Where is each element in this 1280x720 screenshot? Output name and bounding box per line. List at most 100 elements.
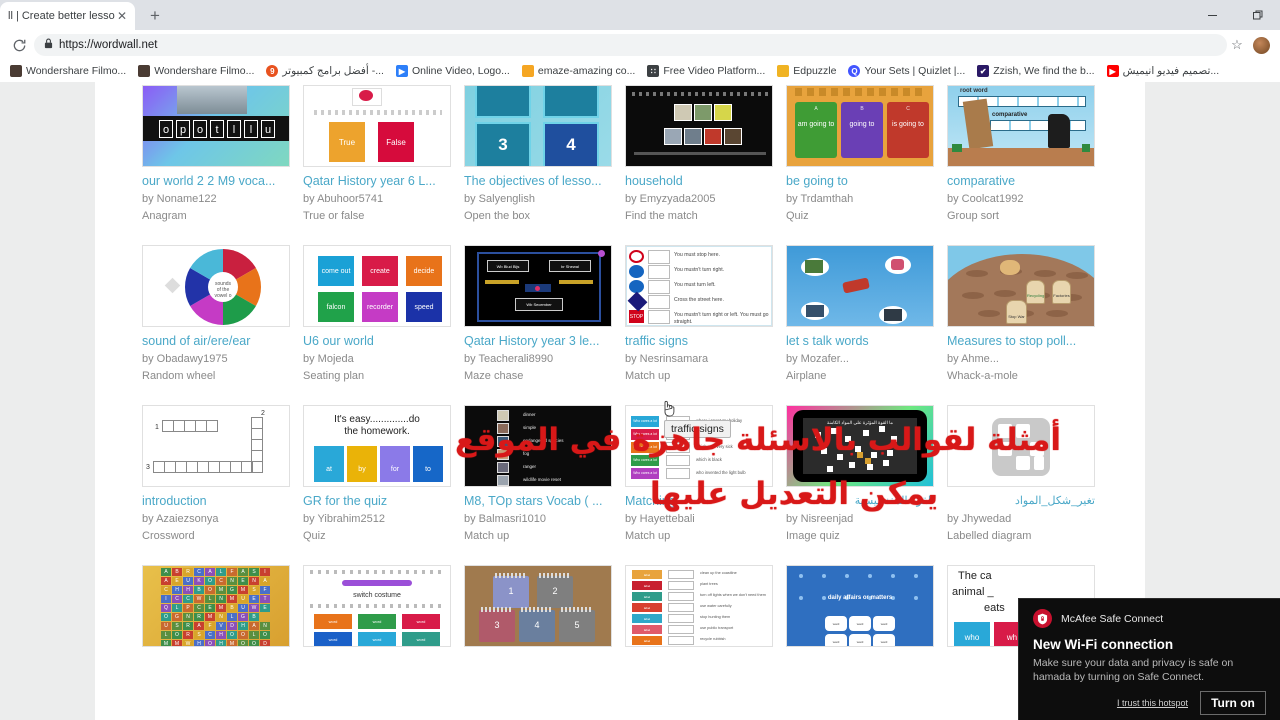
activity-type: True or false [303,210,365,222]
activity-thumbnail[interactable] [786,245,934,327]
activity-card[interactable]: ABRCALFASIAEUKOCNENACHHBOMGMSFICCWLNMUET… [142,565,290,675]
reload-icon[interactable] [8,34,30,56]
activity-title[interactable]: Qatar History year 3 le... [464,334,612,349]
bookmark-item[interactable]: Q Your Sets | Quizlet |... [842,61,971,81]
bookmark-item[interactable]: ∷ Free Video Platform... [641,61,771,81]
activity-title[interactable]: traffic signs [625,334,773,349]
thumbnail-art: opotllu [143,86,289,166]
activity-card[interactable]: 1 2 3 4 5 [464,565,612,675]
activity-card[interactable]: It's easy..............do the homework. … [303,405,451,543]
activity-thumbnail[interactable]: Wb Blud Bijs br Shewal Wb Secember [464,245,612,327]
bookmark-favicon-icon: 9 [266,65,279,77]
activity-card[interactable]: Aam going to Bgoing to Cis going to be go… [786,85,934,223]
activity-card[interactable]: daily affairs or matters word word word wor… [786,565,934,675]
activity-card[interactable]: 1 2 3 introduction by Azaiezsonya Crosswor… [142,405,290,543]
activity-card[interactable]: STOP You must stop here. You mustn't turn… [625,245,773,383]
activity-thumbnail[interactable]: Aam going to Bgoing to Cis going to [786,85,934,167]
activity-thumbnail[interactable]: label label label label label label label clea… [625,565,773,647]
activity-type: Crossword [142,530,195,542]
activity-thumbnail[interactable]: sounds of the vowel o [142,245,290,327]
activity-card[interactable]: come out create decide falcon recorder speed U… [303,245,451,383]
activity-author: by Nesrinsamara [625,353,709,365]
bookmark-favicon-icon: ∷ [647,65,660,77]
window-controls [1190,0,1280,30]
bookmark-item[interactable]: 9 أفضل برامج كمبيوتر -... [260,61,390,81]
address-bar[interactable]: https://wordwall.net [34,34,1227,56]
activity-card[interactable]: True False Qatar History year 6 L... by Ab… [303,85,451,223]
bookmark-label: Wondershare Filmo... [26,65,127,77]
activity-type: Whack-a-mole [947,370,1018,382]
new-tab-button[interactable]: + [141,2,169,30]
activity-thumbnail[interactable]: It's easy..............do the homework. … [303,405,451,487]
close-icon[interactable]: ✕ [115,9,129,23]
browser-tab[interactable]: ll | Create better lessons ✕ [0,2,135,30]
bookmark-item[interactable]: Wondershare Filmo... [132,61,260,81]
trust-hotspot-link[interactable]: I trust this hotspot [1117,698,1188,708]
activity-author: by Mojeda [303,353,354,365]
minimize-button[interactable] [1190,0,1235,30]
activity-type: Quiz [303,530,326,542]
bookmark-item[interactable]: ✔ Zzish, We find the b... [971,61,1100,81]
activity-title[interactable]: GR for the quiz [303,494,451,509]
activity-grid: opotllu our world 2 2 M9 voca... by Nonam… [142,85,1102,675]
turn-on-button[interactable]: Turn on [1200,691,1266,715]
activity-author: by Abuhoor5741 [303,193,384,205]
activity-title[interactable]: Measures to stop poll... [947,334,1095,349]
activity-card[interactable]: root word comparative comparative by Cool… [947,85,1095,223]
activity-thumbnail[interactable]: 1 2 3 [142,405,290,487]
activity-thumbnail[interactable]: daily affairs or matters word word word wor… [786,565,934,647]
activity-thumbnail[interactable]: root word comparative [947,85,1095,167]
activity-title[interactable]: comparative [947,174,1095,189]
activity-title[interactable]: sound of air/ere/ear [142,334,290,349]
bookmark-item[interactable]: Wondershare Filmo... [4,61,132,81]
activity-thumbnail[interactable]: ABRCALFASIAEUKOCNENACHHBOMGMSFICCWLNMUET… [142,565,290,647]
activity-card[interactable]: Wb Blud Bijs br Shewal Wb Secember Qatar… [464,245,612,383]
bookmark-item[interactable]: emaze-amazing co... [516,61,641,81]
activity-title[interactable]: our world 2 2 M9 voca... [142,174,290,189]
activity-title[interactable]: Qatar History year 6 L... [303,174,451,189]
mcafee-shield-icon [1033,609,1052,628]
maximize-restore-button[interactable] [1235,0,1280,30]
activity-title[interactable]: تغير_شكل_المواد [947,494,1095,509]
activity-card[interactable]: 3 4 The objectives of lesso... by Salyengl… [464,85,612,223]
activity-card[interactable]: switch costume word word word word word word [303,565,451,675]
activity-card[interactable]: opotllu our world 2 2 M9 voca... by Nonam… [142,85,290,223]
activity-title[interactable]: household [625,174,773,189]
activity-title[interactable]: be going to [786,174,934,189]
activity-author: by Mozafer... [786,353,849,365]
activity-thumbnail[interactable]: come out create decide falcon recorder speed [303,245,451,327]
activity-thumbnail[interactable]: 3 4 [464,85,612,167]
thumbnail-art: sounds of the vowel o [143,246,289,326]
activity-type: Quiz [786,210,809,222]
activity-card[interactable]: let s talk words by Mozafer... Airplane [786,245,934,383]
activity-thumbnail[interactable]: opotllu [142,85,290,167]
bookmark-item[interactable]: Edpuzzle [771,61,842,81]
bookmark-favicon-icon: ▶ [1106,65,1119,77]
activity-thumbnail[interactable]: True False [303,85,451,167]
bookmark-star-icon[interactable]: ☆ [1227,35,1247,55]
activity-thumbnail[interactable] [625,85,773,167]
activity-title[interactable]: The objectives of lesso... [464,174,612,189]
activity-type: Match up [625,530,671,542]
activity-thumbnail[interactable]: switch costume word word word word word word [303,565,451,647]
activity-title[interactable]: let s talk words [786,334,934,349]
activity-title[interactable]: M8, TOp stars Vocab ( ... [464,494,612,509]
activity-type: Random wheel [142,370,216,382]
activity-thumbnail[interactable]: Recycling Factories Stop War [947,245,1095,327]
activity-type: Group sort [947,210,999,222]
bookmark-item[interactable]: ▶ تصميم فيديو انيميش... [1101,61,1226,81]
activity-type: Maze chase [464,370,524,382]
activity-title[interactable]: introduction [142,494,290,509]
activity-card[interactable]: sounds of the vowel o sound of air/ere/e… [142,245,290,383]
avatar[interactable] [1253,36,1270,54]
activity-thumbnail[interactable]: STOP You must stop here. You mustn't turn… [625,245,773,327]
activity-card[interactable]: household by Emyzyada2005 Find the match [625,85,773,223]
mcafee-notification[interactable]: McAfee Safe Connect New Wi-Fi connection… [1018,598,1280,720]
activity-thumbnail[interactable]: 1 2 3 4 5 [464,565,612,647]
bookmark-item[interactable]: ▶ Online Video, Logo... [390,61,516,81]
activity-card[interactable]: Recycling Factories Stop War Measures to … [947,245,1095,383]
activity-type: Image quiz [786,530,840,542]
activity-card[interactable]: label label label label label label label clea… [625,565,773,675]
activity-title[interactable]: U6 our world [303,334,451,349]
thumbnail-art [787,246,933,326]
